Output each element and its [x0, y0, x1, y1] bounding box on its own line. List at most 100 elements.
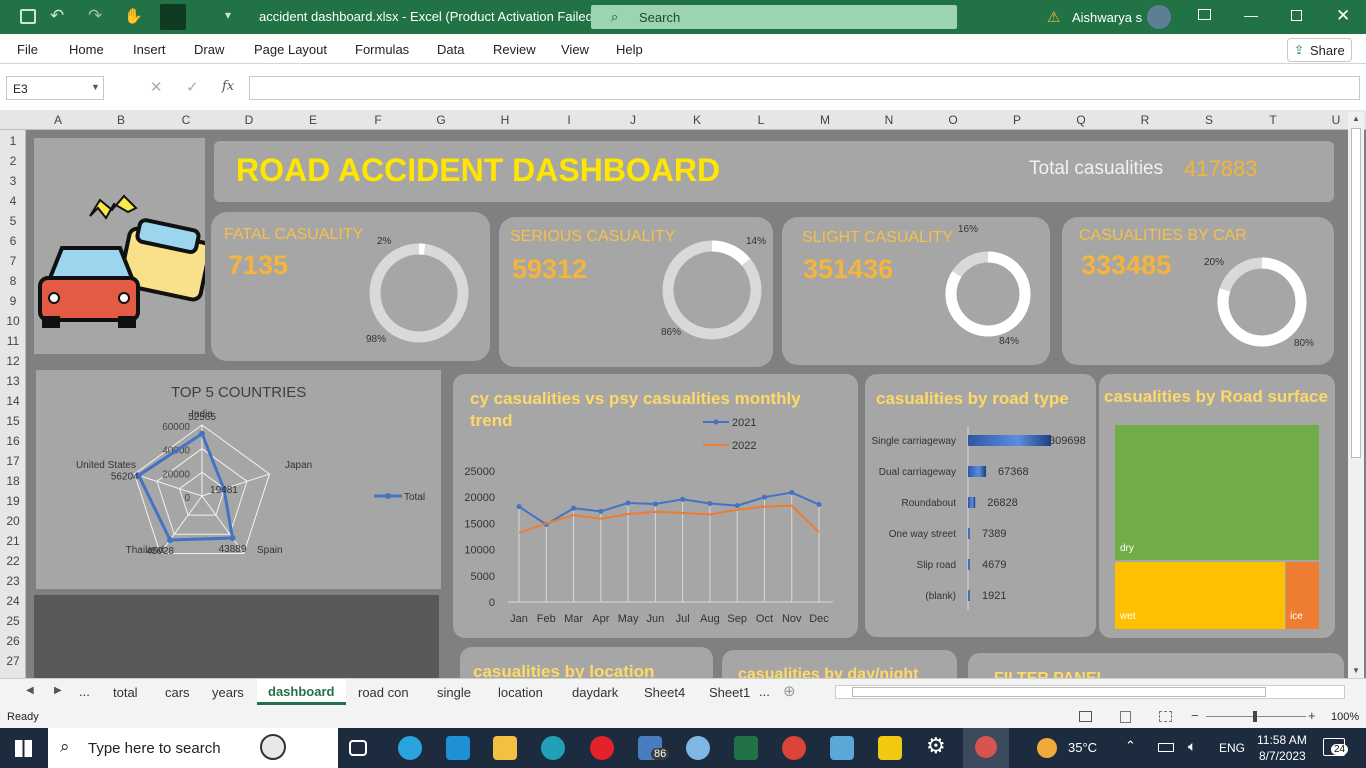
- minimize-icon[interactable]: —: [1244, 7, 1258, 23]
- clock-time[interactable]: 11:58 AM: [1257, 733, 1307, 747]
- undo-icon[interactable]: ↶: [50, 6, 64, 26]
- column-header-P[interactable]: P: [1007, 113, 1027, 127]
- row-header-23[interactable]: 23: [0, 574, 26, 588]
- tab-page-layout[interactable]: Page Layout: [254, 42, 327, 57]
- tab-review[interactable]: Review: [493, 42, 536, 57]
- tab-view[interactable]: View: [561, 42, 589, 57]
- column-header-Q[interactable]: Q: [1071, 113, 1091, 127]
- row-header-5[interactable]: 5: [0, 214, 26, 228]
- more-sheets-left[interactable]: ...: [79, 684, 90, 699]
- column-header-N[interactable]: N: [879, 113, 899, 127]
- h-scroll-thumb[interactable]: [852, 687, 1266, 697]
- column-header-H[interactable]: H: [495, 113, 515, 127]
- scroll-down-icon[interactable]: ▼: [1352, 666, 1360, 675]
- function-icon[interactable]: fx: [222, 79, 234, 94]
- zoom-in-icon[interactable]: +: [1308, 708, 1316, 723]
- row-header-7[interactable]: 7: [0, 254, 26, 268]
- maximize-icon[interactable]: [1291, 10, 1302, 21]
- row-header-20[interactable]: 20: [0, 514, 26, 528]
- customize-qat-icon[interactable]: ▾: [225, 8, 231, 22]
- vertical-scrollbar[interactable]: ▲ ▼: [1348, 112, 1364, 678]
- worksheet-grid[interactable]: [0, 110, 1366, 678]
- horizontal-scrollbar[interactable]: [835, 685, 1345, 699]
- user-name[interactable]: Aishwarya s: [1072, 10, 1142, 25]
- row-header-27[interactable]: 27: [0, 654, 26, 668]
- save-icon[interactable]: [20, 9, 36, 24]
- row-header-17[interactable]: 17: [0, 454, 26, 468]
- add-sheet-icon[interactable]: ⊕: [783, 682, 796, 700]
- column-header-E[interactable]: E: [303, 113, 323, 127]
- row-header-16[interactable]: 16: [0, 434, 26, 448]
- zoom-level[interactable]: 100%: [1331, 711, 1359, 723]
- telegram-icon[interactable]: [398, 736, 422, 760]
- sheet-tab-cars[interactable]: cars: [165, 685, 190, 700]
- search-box[interactable]: ⌕ Search: [591, 5, 957, 29]
- row-header-15[interactable]: 15: [0, 414, 26, 428]
- snipping-icon[interactable]: [830, 736, 854, 760]
- column-header-R[interactable]: R: [1135, 113, 1155, 127]
- taskbar-search[interactable]: ⌕ Type here to search: [48, 728, 338, 768]
- column-header-C[interactable]: C: [176, 113, 196, 127]
- sheet-tab-road-con[interactable]: road con: [358, 685, 409, 700]
- ribbon-display-icon[interactable]: [1198, 9, 1211, 20]
- tab-home[interactable]: Home: [69, 42, 104, 57]
- row-header-1[interactable]: 1: [0, 134, 26, 148]
- edge-icon[interactable]: [541, 736, 565, 760]
- clock-date[interactable]: 8/7/2023: [1259, 749, 1306, 763]
- active-app-highlight[interactable]: [963, 728, 1009, 768]
- sheet-tab-years[interactable]: years: [212, 685, 244, 700]
- language[interactable]: ENG: [1219, 741, 1245, 755]
- sheet-tab-location[interactable]: location: [498, 685, 543, 700]
- sheet-tab-single[interactable]: single: [437, 685, 471, 700]
- tab-help[interactable]: Help: [616, 42, 643, 57]
- row-header-24[interactable]: 24: [0, 594, 26, 608]
- settings-icon[interactable]: ⚙: [926, 733, 950, 758]
- scroll-up-icon[interactable]: ▲: [1352, 114, 1360, 123]
- column-header-F[interactable]: F: [368, 113, 388, 127]
- volume-icon[interactable]: 🔈︎: [1188, 738, 1196, 755]
- formula-input[interactable]: [249, 76, 1360, 100]
- battery-icon[interactable]: [1158, 743, 1174, 752]
- row-header-21[interactable]: 21: [0, 534, 26, 548]
- cancel-icon[interactable]: ✕: [150, 78, 163, 96]
- share-button[interactable]: ⇪ Share: [1287, 38, 1352, 62]
- opera-icon[interactable]: [590, 736, 614, 760]
- more-sheets-right[interactable]: ...: [759, 684, 770, 699]
- row-header-10[interactable]: 10: [0, 314, 26, 328]
- normal-view-icon[interactable]: [1079, 711, 1092, 722]
- weather-temp[interactable]: 35°C: [1068, 740, 1097, 755]
- task-view-icon[interactable]: [349, 740, 367, 756]
- column-header-S[interactable]: S: [1199, 113, 1219, 127]
- column-header-M[interactable]: M: [815, 113, 835, 127]
- column-header-K[interactable]: K: [687, 113, 707, 127]
- zoom-out-icon[interactable]: −: [1191, 708, 1199, 723]
- zoom-thumb[interactable]: [1253, 711, 1257, 722]
- next-sheet-icon[interactable]: ▶: [54, 685, 62, 696]
- scroll-thumb[interactable]: [1351, 128, 1361, 458]
- redo-icon[interactable]: ↷: [88, 6, 102, 26]
- column-header-J[interactable]: J: [623, 113, 643, 127]
- sheet-tab-total[interactable]: total: [113, 685, 138, 700]
- present-icon[interactable]: [160, 4, 186, 30]
- row-header-19[interactable]: 19: [0, 494, 26, 508]
- row-header-13[interactable]: 13: [0, 374, 26, 388]
- sheet-tab-dashboard[interactable]: dashboard: [257, 679, 346, 705]
- row-header-3[interactable]: 3: [0, 174, 26, 188]
- column-header-L[interactable]: L: [751, 113, 771, 127]
- prev-sheet-icon[interactable]: ◀: [26, 685, 34, 696]
- row-header-6[interactable]: 6: [0, 234, 26, 248]
- row-header-22[interactable]: 22: [0, 554, 26, 568]
- row-header-26[interactable]: 26: [0, 634, 26, 648]
- chrome-icon[interactable]: [782, 736, 806, 760]
- column-header-G[interactable]: G: [431, 113, 451, 127]
- column-header-D[interactable]: D: [239, 113, 259, 127]
- row-header-14[interactable]: 14: [0, 394, 26, 408]
- column-header-B[interactable]: B: [111, 113, 131, 127]
- tab-data[interactable]: Data: [437, 42, 464, 57]
- file-explorer-icon[interactable]: [493, 736, 517, 760]
- avatar[interactable]: [1147, 5, 1171, 29]
- close-icon[interactable]: ✕: [1336, 6, 1350, 26]
- sheet-tab-sheet1[interactable]: Sheet1: [709, 685, 750, 700]
- row-header-18[interactable]: 18: [0, 474, 26, 488]
- sheet-tab-sheet4[interactable]: Sheet4: [644, 685, 685, 700]
